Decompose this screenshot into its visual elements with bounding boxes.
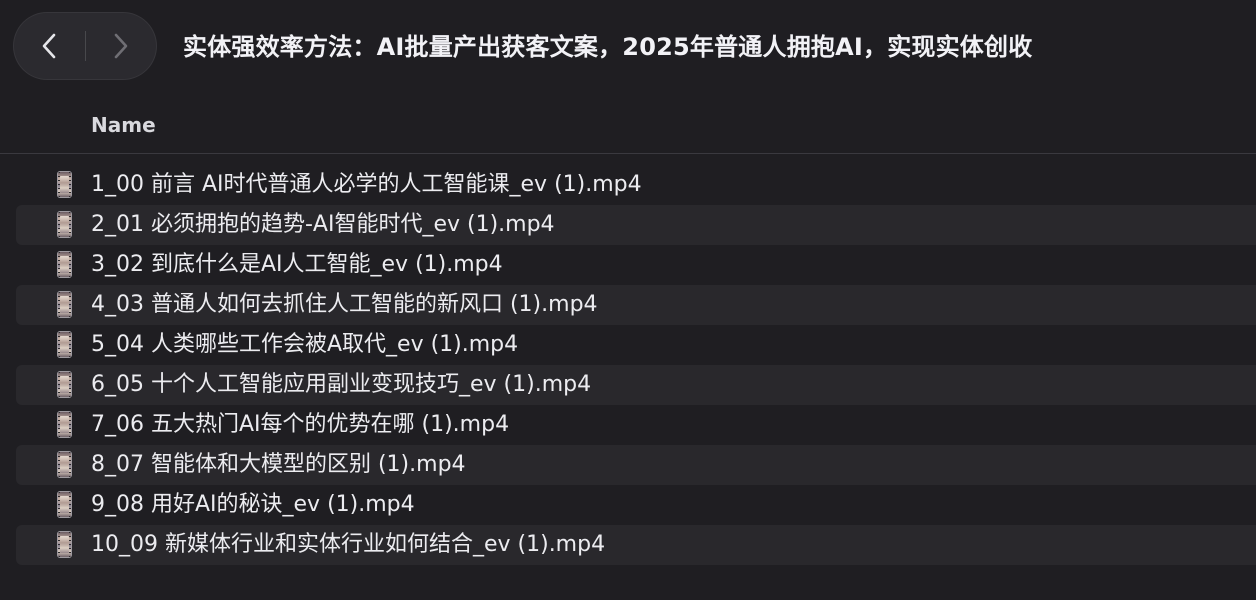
video-file-icon (57, 411, 72, 438)
column-header: Name (0, 104, 1256, 154)
file-row[interactable]: 4_03 普通人如何去抓住人工智能的新风口 (1).mp4 (16, 285, 1256, 325)
video-file-icon (57, 171, 72, 198)
file-row[interactable]: 10_09 新媒体行业和实体行业如何结合_ev (1).mp4 (16, 525, 1256, 565)
video-file-icon (57, 531, 72, 558)
file-name: 2_01 必须拥抱的趋势-AI智能时代_ev (1).mp4 (91, 212, 555, 237)
file-name: 9_08 用好AI的秘诀_ev (1).mp4 (91, 492, 415, 517)
file-name: 7_06 五大热门AI每个的优势在哪 (1).mp4 (91, 412, 510, 437)
video-file-icon (57, 251, 72, 278)
video-file-icon (57, 331, 72, 358)
file-row[interactable]: 7_06 五大热门AI每个的优势在哪 (1).mp4 (16, 405, 1256, 445)
forward-button[interactable] (86, 12, 158, 80)
video-file-icon (57, 291, 72, 318)
file-row[interactable]: 5_04 人类哪些工作会被A取代_ev (1).mp4 (16, 325, 1256, 365)
video-file-icon (57, 491, 72, 518)
file-list: 1_00 前言 AI时代普通人必学的人工智能课_ev (1).mp4 2_01 … (16, 165, 1256, 565)
file-name: 4_03 普通人如何去抓住人工智能的新风口 (1).mp4 (91, 292, 598, 317)
file-name: 10_09 新媒体行业和实体行业如何结合_ev (1).mp4 (91, 532, 606, 557)
file-row[interactable]: 1_00 前言 AI时代普通人必学的人工智能课_ev (1).mp4 (16, 165, 1256, 205)
column-header-name[interactable]: Name (91, 112, 156, 138)
back-button[interactable] (13, 12, 85, 80)
file-row[interactable]: 9_08 用好AI的秘诀_ev (1).mp4 (16, 485, 1256, 525)
file-name: 5_04 人类哪些工作会被A取代_ev (1).mp4 (91, 332, 519, 357)
file-row[interactable]: 2_01 必须拥抱的趋势-AI智能时代_ev (1).mp4 (16, 205, 1256, 245)
file-row[interactable]: 6_05 十个人工智能应用副业变现技巧_ev (1).mp4 (16, 365, 1256, 405)
finder-window: 实体强效率方法：AI批量产出获客文案，2025年普通人拥抱AI，实现实体创收 N… (0, 0, 1256, 600)
file-row[interactable]: 3_02 到底什么是AI人工智能_ev (1).mp4 (16, 245, 1256, 285)
file-name: 8_07 智能体和大模型的区别 (1).mp4 (91, 452, 466, 477)
video-file-icon (57, 211, 72, 238)
chevron-right-icon (114, 33, 128, 59)
toolbar: 实体强效率方法：AI批量产出获客文案，2025年普通人拥抱AI，实现实体创收 (0, 0, 1256, 96)
file-name: 3_02 到底什么是AI人工智能_ev (1).mp4 (91, 252, 503, 277)
file-name: 6_05 十个人工智能应用副业变现技巧_ev (1).mp4 (91, 372, 592, 397)
window-title: 实体强效率方法：AI批量产出获客文案，2025年普通人拥抱AI，实现实体创收 (183, 33, 1033, 61)
file-name: 1_00 前言 AI时代普通人必学的人工智能课_ev (1).mp4 (91, 172, 642, 197)
video-file-icon (57, 371, 72, 398)
video-file-icon (57, 451, 72, 478)
chevron-left-icon (42, 33, 56, 59)
navigation-buttons (13, 12, 157, 80)
file-row[interactable]: 8_07 智能体和大模型的区别 (1).mp4 (16, 445, 1256, 485)
